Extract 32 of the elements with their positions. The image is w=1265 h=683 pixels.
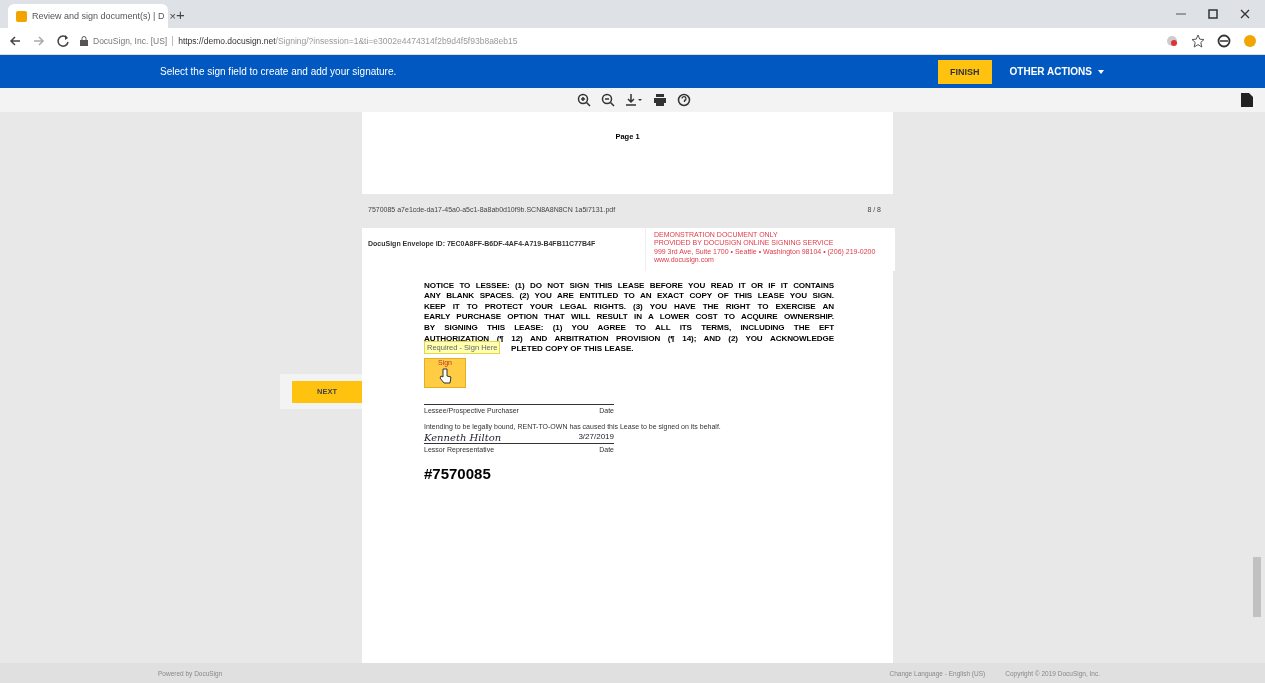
notice-text: NOTICE TO LESSEE: (1) DO NOT SIGN THIS LEASE BEFORE YOU READ IT OR IF IT CONTAINS: [424, 280, 834, 292]
document-icon[interactable]: [1241, 93, 1253, 107]
notice-text: ANY BLANK SPACES. (2) YOU ARE ENTITLED TO AN EXACT COPY OF THIS LEASE YOU SIGN.: [424, 291, 834, 302]
account-icon[interactable]: [1217, 34, 1231, 48]
site-identity-label: DocuSign, Inc. [US]: [93, 36, 174, 46]
instruction-text: Select the sign field to create and add your signature.: [160, 66, 397, 77]
download-icon[interactable]: [625, 93, 643, 107]
hand-pointer-icon: [437, 367, 453, 386]
tab-close-button[interactable]: ×: [169, 10, 176, 22]
new-tab-button[interactable]: +: [176, 5, 185, 23]
contract-number: #7570085: [424, 465, 492, 483]
zoom-in-icon[interactable]: [577, 93, 591, 107]
help-icon[interactable]: [677, 93, 691, 107]
restore-icon[interactable]: [1207, 8, 1219, 20]
back-icon[interactable]: [8, 34, 22, 48]
notice-text: KEEP IT TO PROTECT YOUR LEGAL RIGHTS. (3) YOU HAVE THE RIGHT TO EXERCISE AN: [424, 301, 834, 313]
close-icon[interactable]: [1239, 8, 1251, 20]
handwritten-signature: Kenneth Hilton: [424, 432, 502, 444]
notice-text: BY SIGNING THIS LEASE: (1) YOU AGREE TO ALL ITS TERMS, INCLUDING THE EFT: [424, 322, 834, 334]
finish-button[interactable]: FINISH: [938, 59, 992, 84]
caret-icon: [1097, 68, 1105, 75]
scrollbar-thumb[interactable]: [1253, 557, 1261, 617]
notice-text: PLETED COPY OF THIS LEASE.: [511, 344, 634, 354]
star-icon[interactable]: [1191, 34, 1205, 48]
zoom-out-icon[interactable]: [601, 93, 615, 107]
other-actions-button[interactable]: OTHER ACTIONS: [1009, 66, 1105, 77]
notice-text: EARLY PURCHASE OPTION THAT WILL RESULT IN A LOWER COST TO ACQUIRE OWNERSHIP.: [424, 312, 834, 323]
reload-icon[interactable]: [56, 34, 70, 48]
print-icon[interactable]: [653, 93, 667, 107]
docusign-favicon-icon: [16, 10, 27, 22]
signature-date: 3/27/2019: [578, 432, 614, 444]
lock-icon: [80, 36, 88, 46]
